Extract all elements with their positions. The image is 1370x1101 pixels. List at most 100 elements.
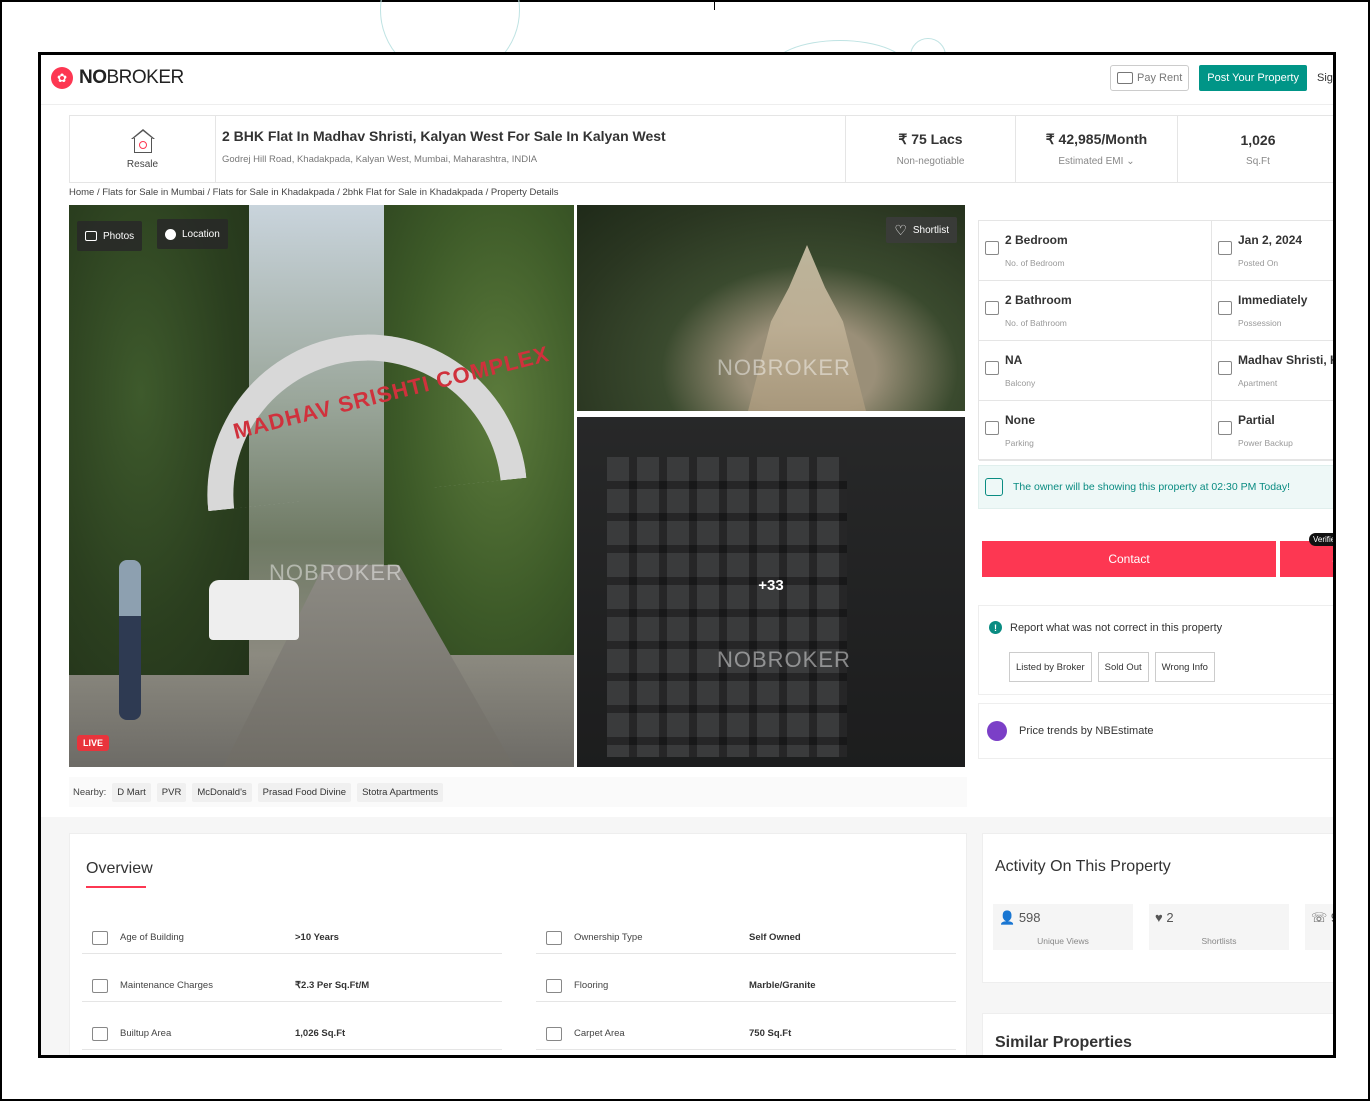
- main-photo[interactable]: MADHAV SRISHTI COMPLEX NOBROKER Photos L…: [69, 205, 574, 767]
- nearby-bar: Nearby: D Mart PVR McDonald's Prasad Foo…: [69, 777, 967, 807]
- similar-properties-card: Similar Properties: [982, 1013, 1333, 1055]
- pay-rent-button[interactable]: Pay Rent: [1110, 65, 1190, 91]
- sold-out-button[interactable]: Sold Out: [1097, 652, 1149, 682]
- overview-row: Age of Building >10 Years: [82, 922, 502, 954]
- activity-card: Activity On This Property 👤 598 Unique V…: [982, 833, 1333, 983]
- emi-value: ₹ 42,985/Month: [1045, 131, 1148, 147]
- overview-row: Carpet Area 750 Sq.Ft: [536, 1018, 956, 1050]
- property-title-bar: Resale 2 BHK Flat In Madhav Shristi, Kal…: [69, 115, 1333, 183]
- sign-in-link[interactable]: Sign: [1317, 72, 1333, 84]
- calendar-check-icon: [985, 478, 1003, 496]
- power-backup-detail: Partial Power Backup: [1211, 401, 1333, 461]
- report-title: Report what was not correct in this prop…: [1010, 621, 1223, 634]
- posted-on-detail: Jan 2, 2024 Posted On: [1211, 221, 1333, 281]
- photo-temple[interactable]: NOBROKER ♡ Shortlist: [577, 205, 965, 411]
- post-property-button[interactable]: Post Your Property: [1199, 65, 1307, 91]
- property-address: Godrej Hill Road, Khadakpada, Kalyan Wes…: [222, 154, 538, 165]
- heart-icon: ♥: [1155, 910, 1163, 925]
- nearby-tag[interactable]: Prasad Food Divine: [257, 782, 352, 802]
- report-panel: ! Report what was not correct in this pr…: [978, 605, 1333, 695]
- carpet-area-icon: [546, 1026, 562, 1041]
- emi-cell[interactable]: ₹ 42,985/Month Estimated EMI ⌄: [1016, 116, 1178, 182]
- chart-icon: [987, 721, 1007, 741]
- resale-badge: Resale: [70, 116, 216, 182]
- site-header: ✿ NOBROKER Pay Rent Post Your Property S…: [41, 55, 1333, 105]
- compass-icon: [165, 228, 176, 240]
- overview-card: Overview Age of Building >10 Years Owner…: [69, 833, 967, 1055]
- apartment-detail: Madhav Shristi, Kal... Apartment: [1211, 341, 1333, 401]
- maintenance-icon: [92, 978, 108, 993]
- more-photos-count[interactable]: +33: [577, 577, 965, 594]
- balcony-detail: NA Balcony: [979, 341, 1211, 401]
- bathtub-icon: [985, 301, 999, 315]
- live-badge: LIVE: [77, 735, 110, 751]
- similar-properties-title: Similar Properties: [995, 1034, 1132, 1051]
- shortlists-stat: ♥ 2 Shortlists: [1149, 904, 1289, 950]
- photo-building[interactable]: NOBROKER +33: [577, 417, 965, 767]
- parking-detail: None Parking: [979, 401, 1211, 461]
- area-unit: Sq.Ft: [1246, 155, 1270, 167]
- breadcrumb[interactable]: Home / Flats for Sale in Mumbai / Flats …: [69, 187, 559, 198]
- bedroom-detail: 2 Bedroom No. of Bedroom: [979, 221, 1211, 281]
- header-actions: Pay Rent Post Your Property Sign: [1110, 65, 1333, 91]
- owner-showing-notice: The owner will be showing this property …: [978, 465, 1333, 509]
- site-logo[interactable]: ✿ NOBROKER: [51, 67, 184, 89]
- shortlist-button[interactable]: ♡ Shortlist: [886, 217, 957, 243]
- overview-row: Ownership Type Self Owned: [536, 922, 956, 954]
- person-icon: 👤: [999, 910, 1016, 925]
- photo-watermark: NOBROKER: [717, 355, 851, 380]
- key-icon: [1218, 301, 1232, 315]
- verified-badge: Verified: [1309, 533, 1333, 546]
- overview-row: Maintenance Charges ₹2.3 Per Sq.Ft/M: [82, 970, 502, 1002]
- location-button[interactable]: Location: [157, 219, 228, 249]
- builtup-area-icon: [92, 1026, 108, 1041]
- phone-icon: ☏: [1311, 910, 1328, 925]
- balcony-icon: [985, 361, 999, 375]
- nearby-tag[interactable]: D Mart: [112, 782, 151, 802]
- photo-watermark: NOBROKER: [717, 647, 851, 672]
- property-price: ₹ 75 Lacs: [898, 131, 963, 147]
- price-cell: ₹ 75 Lacs Non-negotiable: [846, 116, 1016, 182]
- building-age-icon: [92, 930, 108, 945]
- flooring-icon: [546, 978, 562, 993]
- area-value: 1,026: [1240, 131, 1276, 148]
- wrong-info-button[interactable]: Wrong Info: [1154, 652, 1215, 682]
- photo-watermark: NOBROKER: [269, 560, 403, 585]
- nobroker-logo-icon: ✿: [51, 67, 73, 89]
- activity-title: Activity On This Property: [995, 858, 1171, 875]
- bathroom-detail: 2 Bathroom No. of Bathroom: [979, 281, 1211, 341]
- nearby-tag[interactable]: Stotra Apartments: [357, 782, 444, 802]
- camera-icon: [85, 231, 97, 241]
- building-icon: [1218, 361, 1232, 375]
- chevron-down-icon: ⌄: [1126, 156, 1135, 167]
- ownership-icon: [546, 930, 562, 945]
- calendar-icon: [1218, 241, 1232, 255]
- overview-row: Flooring Marble/Granite: [536, 970, 956, 1002]
- unique-views-stat: 👤 598 Unique Views: [993, 904, 1133, 950]
- property-details-grid: 2 Bedroom No. of Bedroom Jan 2, 2024 Pos…: [978, 220, 1333, 461]
- nearby-label: Nearby:: [73, 786, 107, 798]
- resale-house-icon: [130, 128, 156, 155]
- photos-button[interactable]: Photos: [77, 221, 143, 251]
- document-divider: [714, 0, 715, 10]
- listed-by-broker-button[interactable]: Listed by Broker: [1009, 652, 1092, 682]
- contact-button[interactable]: Contact: [982, 541, 1276, 577]
- car-icon: [985, 421, 999, 435]
- card-icon: [1117, 72, 1134, 84]
- property-title-block: 2 BHK Flat In Madhav Shristi, Kalyan Wes…: [216, 116, 846, 182]
- overview-title: Overview: [86, 860, 153, 877]
- area-cell: 1,026 Sq.Ft: [1178, 116, 1333, 182]
- emi-label: Estimated EMI: [1058, 156, 1124, 167]
- property-title: 2 BHK Flat In Madhav Shristi, Kalyan Wes…: [222, 128, 666, 144]
- battery-icon: [1218, 421, 1232, 435]
- secondary-action-button[interactable]: S: [1280, 541, 1333, 577]
- contacts-stat: ☏ 9: [1305, 904, 1333, 950]
- screenshot-window: ✿ NOBROKER Pay Rent Post Your Property S…: [38, 52, 1336, 1058]
- price-note: Non-negotiable: [896, 156, 965, 167]
- alert-icon: !: [989, 621, 1002, 634]
- price-trends-link[interactable]: Price trends by NBEstimate: [978, 703, 1333, 759]
- nearby-tag[interactable]: McDonald's: [192, 782, 252, 802]
- nearby-tag[interactable]: PVR: [156, 782, 187, 802]
- possession-detail: Immediately Possession: [1211, 281, 1333, 341]
- heart-icon: ♡: [894, 221, 907, 238]
